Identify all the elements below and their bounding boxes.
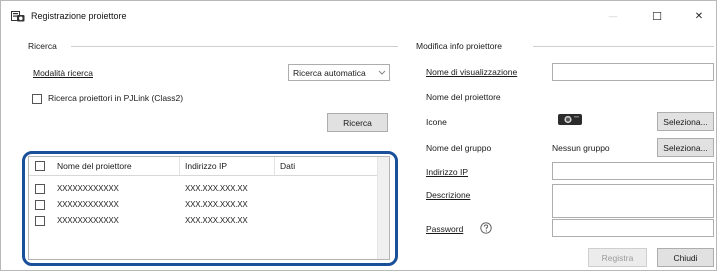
search-group-divider <box>71 46 398 47</box>
row-checkbox[interactable] <box>35 184 45 194</box>
ip-address-label-text: Indirizzo IP <box>426 167 469 177</box>
select-icon-button-label: Seleziona... <box>663 116 708 127</box>
close-button-label: Chiudi <box>673 252 698 263</box>
table-scrollbar[interactable] <box>377 157 389 259</box>
table-row[interactable]: XXXXXXXXXXXX XXX.XXX.XXX.XX <box>29 198 378 212</box>
window-title: Registrazione proiettore <box>31 11 127 21</box>
row-checkbox[interactable] <box>35 200 45 210</box>
group-name-value: Nessun gruppo <box>552 143 610 153</box>
icons-label: Icone <box>426 117 447 127</box>
maximize-icon: ☐ <box>652 10 662 23</box>
search-mode-select[interactable]: Ricerca automatica <box>288 64 390 81</box>
projector-table: Nome del proiettore Indirizzo IP Dati XX… <box>28 156 390 260</box>
table-row[interactable]: XXXXXXXXXXXX XXX.XXX.XXX.XX <box>29 182 378 196</box>
row-ip-address: XXX.XXX.XXX.XX <box>185 184 248 193</box>
projector-name-label: Nome del proiettore <box>426 92 501 102</box>
projector-icon <box>558 114 582 125</box>
search-mode-label: Modalità ricerca <box>33 68 93 78</box>
column-header-ip[interactable]: Indirizzo IP <box>185 161 227 171</box>
column-header-data[interactable]: Dati <box>280 161 295 171</box>
maximize-button[interactable]: ☐ <box>635 1 679 31</box>
close-icon: ✕ <box>694 10 704 22</box>
password-label: Password <box>426 224 463 234</box>
pjlink-checkbox[interactable] <box>32 94 42 104</box>
ip-address-field[interactable] <box>552 162 714 180</box>
display-name-label: Nome di visualizzazione <box>426 67 517 77</box>
projector-registration-window: Registrazione proiettore — ☐ ✕ Ricerca M… <box>0 0 717 271</box>
title-bar: Registrazione proiettore — ☐ ✕ <box>1 1 716 31</box>
display-name-label-text: Nome di visualizzazione <box>426 67 518 77</box>
app-icon <box>11 11 25 22</box>
help-icon[interactable] <box>480 222 492 234</box>
row-ip-address: XXX.XXX.XXX.XX <box>185 200 248 209</box>
chevron-down-icon <box>378 70 386 75</box>
search-button-label: Ricerca <box>343 117 372 128</box>
search-button[interactable]: Ricerca <box>327 113 388 132</box>
table-header: Nome del proiettore Indirizzo IP Dati <box>29 157 378 176</box>
row-ip-address: XXX.XXX.XXX.XX <box>185 216 248 225</box>
display-name-field[interactable] <box>552 63 714 81</box>
register-button[interactable]: Registra <box>588 248 647 267</box>
select-group-button[interactable]: Seleziona... <box>657 138 714 157</box>
row-checkbox[interactable] <box>35 216 45 226</box>
close-button[interactable]: Chiudi <box>657 248 714 267</box>
row-projector-name: XXXXXXXXXXXX <box>57 200 119 209</box>
pjlink-checkbox-label: Ricerca proiettori in PJLink (Class2) <box>48 93 184 103</box>
description-field[interactable] <box>552 184 714 218</box>
row-projector-name: XXXXXXXXXXXX <box>57 216 119 225</box>
close-window-button[interactable]: ✕ <box>677 1 717 31</box>
password-label-text: Password <box>426 224 464 234</box>
row-projector-name: XXXXXXXXXXXX <box>57 184 119 193</box>
ip-address-label: Indirizzo IP <box>426 167 468 177</box>
search-group-label: Ricerca <box>28 41 57 51</box>
table-row[interactable]: XXXXXXXXXXXX XXX.XXX.XXX.XX <box>29 214 378 228</box>
select-icon-button[interactable]: Seleziona... <box>657 112 714 131</box>
select-all-checkbox[interactable] <box>35 161 45 171</box>
password-field[interactable] <box>552 219 714 237</box>
edit-group-label: Modifica info proiettore <box>416 41 502 51</box>
minimize-button[interactable]: — <box>591 1 635 31</box>
search-mode-value: Ricerca automatica <box>293 68 366 78</box>
column-divider[interactable] <box>179 157 180 175</box>
description-label-text: Descrizione <box>426 190 471 200</box>
edit-group-divider <box>533 46 714 47</box>
description-label: Descrizione <box>426 190 470 200</box>
minimize-icon: — <box>608 11 618 21</box>
search-mode-label-text: Modalità ricerca <box>33 68 93 78</box>
column-divider[interactable] <box>274 157 275 175</box>
group-name-label: Nome del gruppo <box>426 143 492 153</box>
register-button-label: Registra <box>601 252 634 263</box>
column-header-name[interactable]: Nome del proiettore <box>57 161 132 171</box>
select-group-button-label: Seleziona... <box>663 142 708 153</box>
